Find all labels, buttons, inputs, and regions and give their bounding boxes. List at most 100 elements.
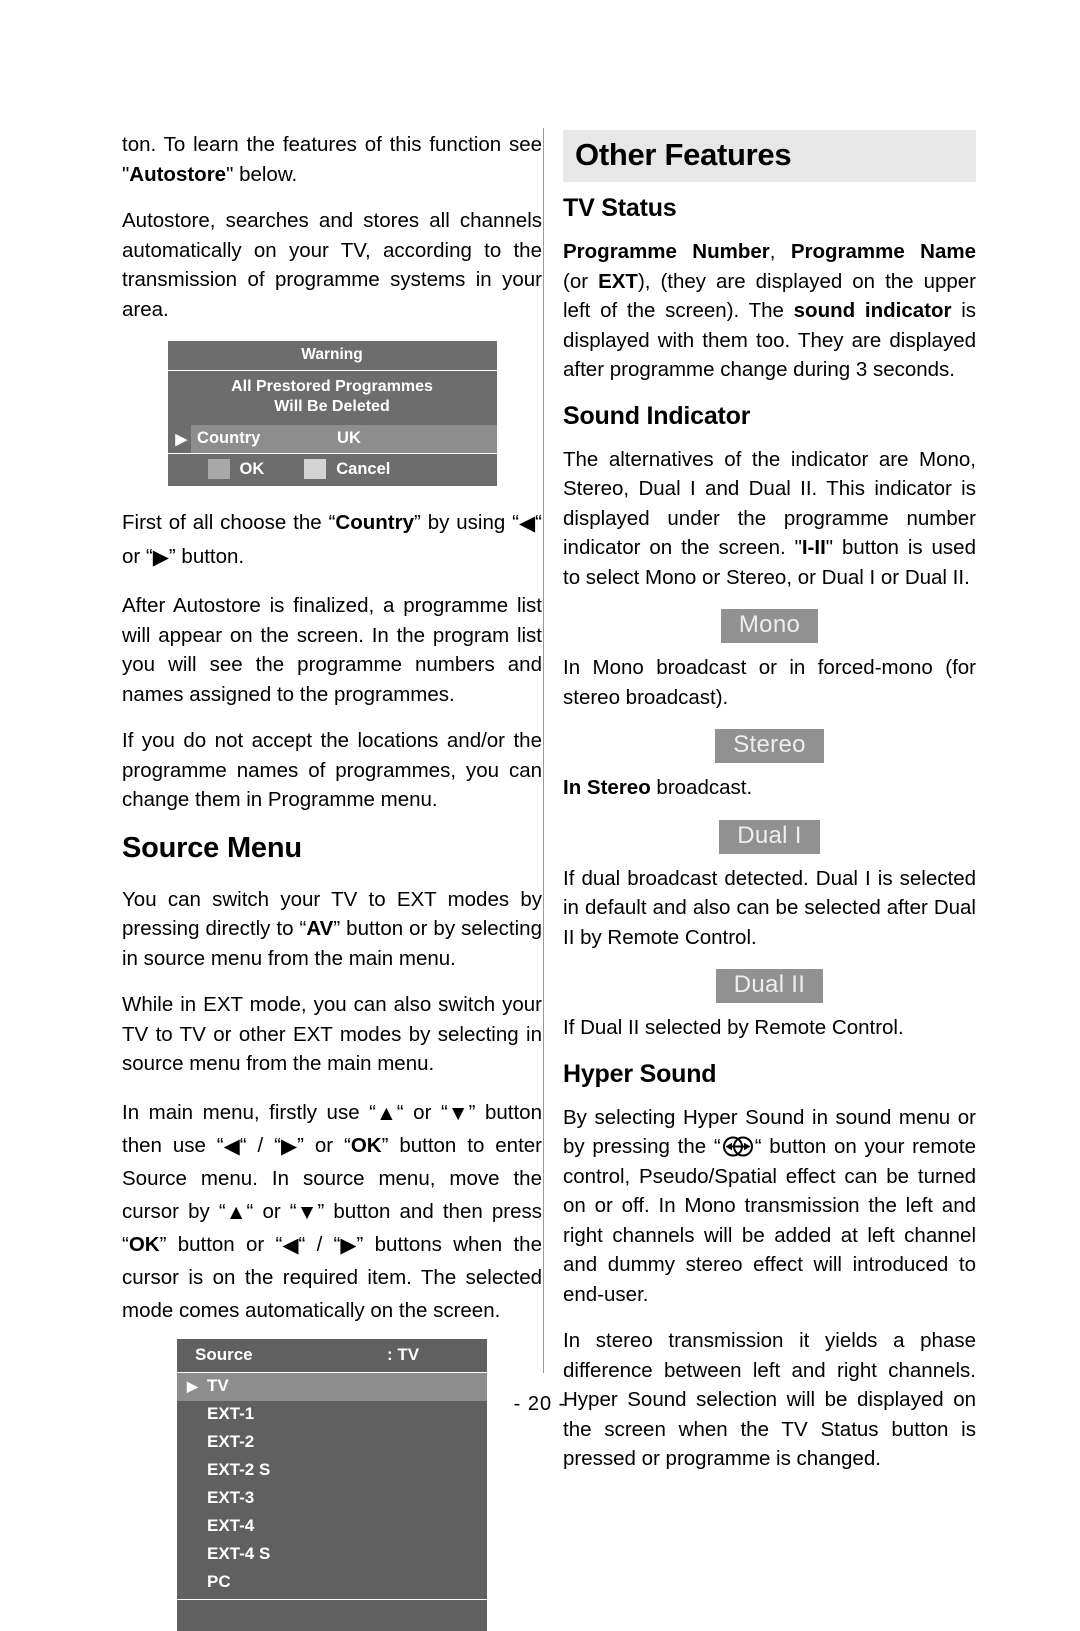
hyper-sound-remote-icon: [721, 1136, 755, 1157]
cancel-color-swatch-icon: [304, 459, 327, 479]
text-bold-ok-2: OK: [128, 1232, 160, 1256]
source-menu-item-ext-2[interactable]: ▶EXT-2: [177, 1429, 487, 1457]
up-arrow-icon: [226, 1202, 247, 1223]
paragraph-choose-country: First of all choose the “Country” by usi…: [122, 506, 542, 574]
heading-source-menu: Source Menu: [122, 831, 302, 864]
text-bold-ok-1: OK: [350, 1133, 382, 1157]
warning-dialog-message: All Prestored Programmes Will Be Deleted: [168, 371, 497, 425]
paragraph-after-autostore: After Autostore is finalized, a programm…: [122, 594, 542, 706]
warning-ok-button[interactable]: OK: [207, 459, 265, 479]
warning-message-line-1: All Prestored Programmes: [231, 378, 433, 395]
paragraph-mono-description: In Mono broadcast or in forced-mono (for…: [563, 656, 976, 709]
paragraph-autostore-desc: Autostore, searches and stores all chann…: [122, 209, 542, 321]
text-bold-programme-name: Programme Name: [790, 240, 976, 263]
manual-page: ton. To learn the features of this funct…: [0, 0, 1080, 1631]
up-arrow-icon: [376, 1103, 397, 1124]
warning-dialog: Warning All Prestored Programmes Will Be…: [167, 341, 497, 486]
text-bold-ext: EXT: [598, 269, 638, 293]
heading-tv-status: TV Status: [563, 194, 677, 222]
cursor-caret-icon: ▶: [187, 1378, 198, 1394]
ok-color-swatch-icon: [207, 459, 230, 479]
source-menu-item-label: EXT-2: [207, 1432, 255, 1451]
paragraph-while-in-ext: While in EXT mode, you can also switch y…: [122, 993, 542, 1075]
warning-dialog-title: Warning: [167, 341, 497, 371]
heading-hyper-sound: Hyper Sound: [563, 1059, 717, 1088]
text-run: (or: [563, 269, 599, 293]
paragraph-dual-1-description: If dual broadcast detected. Dual I is se…: [563, 866, 976, 949]
text-bold-av: AV: [306, 917, 334, 940]
page-number: - 20 -: [513, 1393, 567, 1415]
cursor-caret-icon: ▶: [175, 430, 188, 448]
text-run: ” by using “: [413, 511, 520, 534]
paragraph-main-menu-navigation: In main menu, firstly use “ “ or “ ” butto…: [122, 1096, 542, 1327]
badge-row-stereo: Stereo: [563, 729, 976, 763]
text-run: ,: [769, 240, 791, 263]
paragraph-dual-2-description: If Dual II selected by Remote Control.: [563, 1016, 904, 1039]
source-menu-footer-bar: [177, 1598, 487, 1631]
text-run: First of all choose the “: [122, 511, 336, 534]
paragraph-stereo-description: In Stereo broadcast.: [563, 773, 976, 803]
source-menu-item-ext-4[interactable]: ▶EXT-4: [177, 1513, 487, 1541]
indicator-badge-dual-1: Dual I: [719, 819, 820, 854]
source-menu-item-ext-4-s[interactable]: ▶EXT-4 S: [177, 1541, 487, 1569]
text-bold-sound-indicator: sound indicator: [793, 299, 952, 322]
source-menu-item-pc[interactable]: ▶PC: [177, 1569, 487, 1597]
source-menu-item-label: EXT-2 S: [207, 1460, 271, 1479]
page-title-banner: Other Features: [563, 130, 976, 182]
right-arrow-icon: [153, 547, 169, 568]
text-run: " below.: [226, 162, 298, 186]
source-menu-item-label: EXT-3: [207, 1488, 255, 1507]
text-bold-autostore: Autostore: [129, 162, 227, 186]
text-run: “ / “: [298, 1232, 341, 1256]
text-run: ” button or “: [159, 1232, 283, 1256]
source-menu-item-ext-3[interactable]: ▶EXT-3: [177, 1485, 487, 1513]
indicator-badge-stereo: Stereo: [715, 729, 824, 763]
source-menu-title: Source: [195, 1344, 253, 1364]
text-run: “ / “: [239, 1133, 281, 1157]
source-menu-header: Source : TV: [177, 1339, 487, 1373]
source-menu-current-value: : TV: [387, 1344, 420, 1364]
down-arrow-icon: [448, 1103, 469, 1124]
text-bold-i-ii: I-II: [801, 536, 826, 559]
source-menu-item-ext-2-s[interactable]: ▶EXT-2 S: [177, 1457, 487, 1485]
badge-row-dual-2: Dual II: [563, 969, 976, 1003]
heading-sound-indicator: Sound Indicator: [563, 401, 751, 430]
warning-country-highlight[interactable]: Country UK: [191, 425, 497, 453]
left-arrow-icon: [224, 1136, 240, 1157]
paragraph-switch-ext: You can switch your TV to EXT modes by p…: [122, 885, 542, 974]
left-arrow-icon: [282, 1235, 298, 1256]
source-menu-item-label: PC: [207, 1572, 231, 1591]
warning-ok-label: OK: [239, 459, 265, 478]
warning-country-row[interactable]: ▶ Country UK: [167, 425, 497, 454]
left-arrow-icon: [519, 513, 535, 534]
paragraph-autostore-intro: ton. To learn the features of this funct…: [122, 130, 542, 189]
indicator-badge-mono: Mono: [720, 609, 819, 643]
paragraph-hyper-sound-1: By selecting Hyper Sound in sound menu o…: [563, 1103, 976, 1310]
indicator-badge-dual-2: Dual II: [715, 969, 824, 1003]
warning-button-row: OK Cancel: [168, 454, 497, 486]
source-menu-item-label: EXT-4 S: [207, 1544, 271, 1563]
paragraph-change-programme-menu: If you do not accept the locations and/o…: [122, 729, 542, 811]
text-run: ” button.: [168, 545, 245, 568]
paragraph-sound-indicator: The alternatives of the indicator are Mo…: [563, 445, 976, 593]
text-run: “ button on your remote control, Pseudo/…: [563, 1135, 976, 1306]
source-menu-dialog: Source : TV ▶TV ▶EXT-1 ▶EXT-2 ▶EXT-2 S ▶…: [177, 1338, 487, 1631]
right-arrow-icon: [340, 1235, 356, 1256]
warning-cancel-button[interactable]: Cancel: [304, 459, 390, 479]
source-menu-item-label: EXT-4: [207, 1516, 255, 1535]
right-arrow-icon: [281, 1136, 297, 1157]
warning-country-label: Country: [197, 429, 261, 447]
warning-message-line-2: Will Be Deleted: [274, 398, 390, 415]
column-divider: [543, 128, 544, 1373]
text-run: “ or “: [396, 1100, 448, 1124]
paragraph-tv-status: Programme Number, Programme Name (or EXT…: [563, 237, 976, 385]
text-bold-country: Country: [335, 511, 414, 534]
down-arrow-icon: [297, 1202, 318, 1223]
warning-cancel-label: Cancel: [336, 459, 391, 478]
text-bold-programme-number: Programme Number: [563, 240, 770, 263]
text-run: ” or “: [297, 1133, 351, 1157]
text-run: broadcast.: [650, 776, 753, 799]
text-run: In main menu, firstly use “: [122, 1100, 376, 1124]
badge-row-mono: Mono: [563, 609, 976, 643]
right-column: Other Features TV Status Programme Numbe…: [563, 130, 976, 1474]
